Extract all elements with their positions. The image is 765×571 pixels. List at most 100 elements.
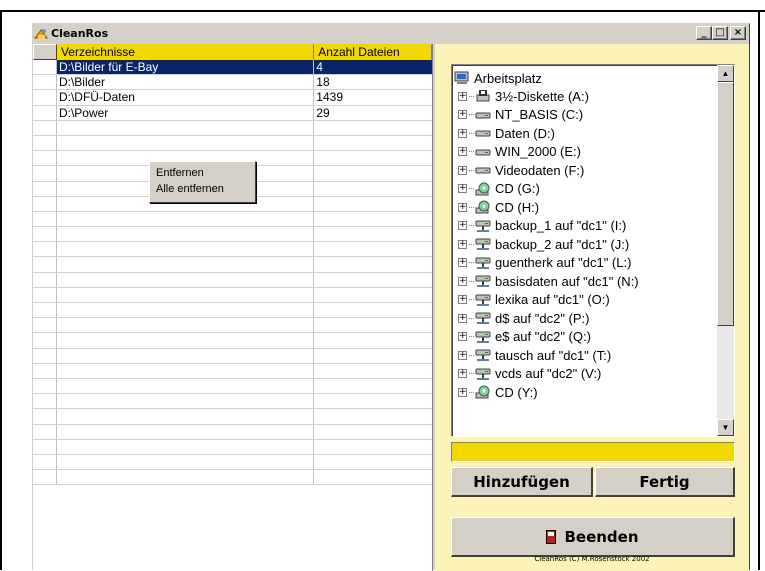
tree-item[interactable]: + CD (Y:) — [454, 383, 716, 402]
expand-icon[interactable]: + — [458, 128, 467, 138]
expand-icon[interactable]: + — [458, 110, 467, 120]
tree-item[interactable]: + Daten (D:) — [454, 124, 716, 143]
done-button[interactable]: Fertig — [595, 467, 735, 497]
expand-icon[interactable]: + — [458, 350, 467, 360]
column-header-file-count[interactable]: Anzahl Dateien — [314, 44, 432, 60]
tree-item[interactable]: + vcds auf "dc2" (V:) — [454, 365, 716, 384]
title-bar[interactable]: CleanRos _ □ × — [33, 24, 749, 43]
tree-item[interactable]: + basisdaten auf "dc1" (N:) — [454, 272, 716, 291]
path-field[interactable] — [451, 442, 735, 462]
outer-frame-right — [758, 10, 760, 570]
expand-icon[interactable]: + — [458, 184, 467, 194]
tree-item[interactable]: + backup_2 auf "dc1" (J:) — [454, 235, 716, 254]
expand-icon[interactable]: + — [458, 369, 467, 379]
menu-item-remove-all[interactable]: Alle entfernen — [150, 181, 255, 197]
tree-item[interactable]: + d$ auf "dc2" (P:) — [454, 309, 716, 328]
table-row-empty[interactable] — [33, 363, 432, 379]
network-drive-icon — [475, 237, 491, 251]
expand-icon[interactable]: + — [458, 276, 467, 286]
cell-file-count — [314, 318, 432, 332]
maximize-icon: □ — [715, 27, 725, 38]
cell-directory — [57, 409, 315, 424]
scroll-down-button[interactable]: ▼ — [717, 419, 734, 436]
close-button[interactable]: × — [730, 26, 746, 40]
minimize-button[interactable]: _ — [696, 26, 712, 40]
table-row-empty[interactable] — [33, 333, 432, 349]
table-row-empty[interactable] — [33, 470, 432, 486]
menu-item-remove[interactable]: Entfernen — [150, 165, 255, 181]
tree-item[interactable]: +3½-Diskette (A:) — [454, 87, 716, 106]
table-row-empty[interactable] — [33, 257, 432, 273]
tree-item-label: e$ auf "dc2" (Q:) — [495, 329, 591, 345]
expand-icon[interactable]: + — [458, 239, 467, 249]
expand-icon[interactable]: + — [458, 202, 467, 212]
maximize-button[interactable]: □ — [712, 26, 728, 40]
directory-list[interactable]: Verzeichnisse Anzahl Dateien D:\Bilder f… — [33, 44, 433, 571]
row-spacer — [33, 333, 57, 348]
table-row-empty[interactable] — [33, 439, 432, 455]
tree-item[interactable]: + tausch auf "dc1" (T:) — [454, 346, 716, 365]
cell-file-count — [314, 333, 432, 347]
table-row[interactable]: D:\Bilder 18 — [33, 75, 432, 91]
expand-icon[interactable]: + — [458, 313, 467, 323]
tree-item[interactable]: + lexika auf "dc1" (O:) — [454, 291, 716, 310]
tree-item[interactable]: + Videodaten (F:) — [454, 161, 716, 180]
table-row-empty[interactable] — [33, 454, 432, 471]
table-row-empty[interactable] — [33, 424, 432, 440]
add-button[interactable]: Hinzufügen — [451, 467, 593, 497]
table-row-empty[interactable] — [33, 378, 432, 395]
cell-file-count — [314, 409, 432, 423]
row-spacer — [33, 272, 57, 287]
tree-item[interactable]: + WIN_2000 (E:) — [454, 143, 716, 162]
scroll-thumb[interactable] — [717, 82, 734, 326]
table-row-empty[interactable] — [33, 287, 432, 303]
tree-item[interactable]: + NT_BASIS (C:) — [454, 106, 716, 125]
row-spacer — [33, 196, 57, 211]
table-row-empty[interactable] — [33, 394, 432, 410]
expand-icon[interactable]: + — [458, 295, 467, 305]
row-spacer — [33, 90, 57, 105]
network-drive-icon — [475, 219, 491, 233]
tree-item[interactable]: + e$ auf "dc2" (Q:) — [454, 328, 716, 347]
table-row-empty[interactable] — [33, 242, 432, 258]
expand-icon[interactable]: + — [458, 91, 467, 101]
table-row[interactable]: D:\DFÜ-Daten 1439 — [33, 90, 432, 106]
tree-connector — [469, 151, 474, 153]
cd-drive-icon — [475, 182, 491, 196]
drive-tree[interactable]: Arbeitsplatz +3½-Diskette (A:) + NT_BASIS … — [451, 64, 735, 437]
tree-connector — [469, 225, 474, 227]
network-drive-icon — [475, 293, 491, 307]
app-icon[interactable] — [33, 26, 49, 42]
right-panel: Arbeitsplatz +3½-Diskette (A:) + NT_BASIS … — [435, 44, 749, 571]
tree-scrollbar[interactable]: ▲ ▼ — [717, 65, 734, 436]
tree-item[interactable]: + backup_1 auf "dc1" (I:) — [454, 217, 716, 236]
expand-icon[interactable]: + — [458, 165, 467, 175]
scroll-up-button[interactable]: ▲ — [717, 65, 734, 82]
table-row-empty[interactable] — [33, 120, 432, 136]
table-row-empty[interactable] — [33, 318, 432, 334]
row-spacer — [33, 424, 57, 439]
table-row[interactable]: D:\Bilder für E-Bay 4 — [33, 60, 432, 76]
expand-icon[interactable]: + — [458, 332, 467, 342]
expand-icon[interactable]: + — [458, 387, 467, 397]
cell-file-count — [314, 273, 432, 287]
cell-file-count — [314, 212, 432, 226]
expand-icon[interactable]: + — [458, 221, 467, 231]
table-row-empty[interactable] — [33, 211, 432, 228]
table-row-empty[interactable] — [33, 348, 432, 364]
table-row-empty[interactable] — [33, 135, 432, 152]
table-row[interactable]: D:\Power 29 — [33, 105, 432, 121]
table-row-empty[interactable] — [33, 227, 432, 243]
expand-icon[interactable]: + — [458, 147, 467, 157]
tree-item[interactable]: + CD (G:) — [454, 180, 716, 199]
expand-icon[interactable]: + — [458, 258, 467, 268]
quit-button[interactable]: Beenden — [451, 517, 735, 557]
tree-item-label: basisdaten auf "dc1" (N:) — [495, 273, 639, 289]
tree-item[interactable]: + CD (H:) — [454, 198, 716, 217]
table-row-empty[interactable] — [33, 409, 432, 425]
column-header-directories[interactable]: Verzeichnisse — [56, 44, 315, 60]
table-row-empty[interactable] — [33, 303, 432, 319]
table-row-empty[interactable] — [33, 272, 432, 288]
tree-item[interactable]: + guentherk auf "dc1" (L:) — [454, 254, 716, 273]
tree-root[interactable]: Arbeitsplatz — [454, 69, 716, 87]
